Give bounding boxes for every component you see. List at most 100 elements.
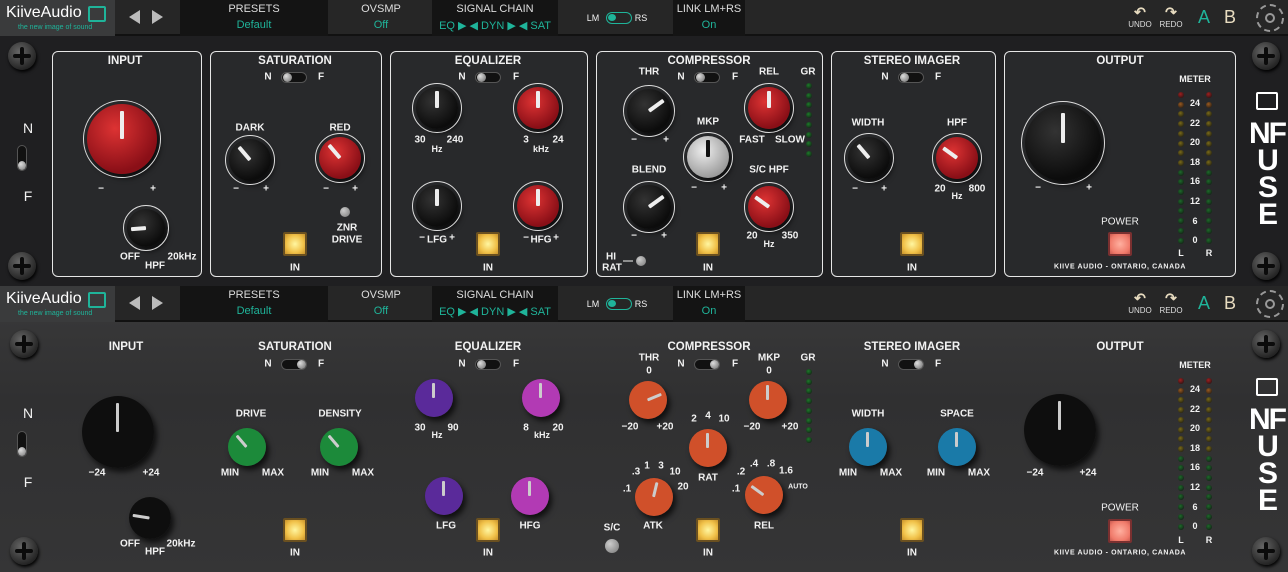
lf-freq-knob[interactable]: [412, 83, 462, 133]
preset-a-button[interactable]: A: [1198, 293, 1210, 314]
drive-knob[interactable]: [228, 428, 266, 466]
stereo-nf-toggle[interactable]: [898, 359, 924, 370]
settings-gear-icon[interactable]: [1256, 4, 1284, 32]
drive-label: DRIVE: [331, 234, 363, 246]
eq-nf-toggle[interactable]: [475, 359, 501, 370]
signal-chain-selector[interactable]: SIGNAL CHAIN EQ ▶ ◀ DYN ▶ ◀ SAT: [432, 286, 558, 322]
compressor-nf-toggle[interactable]: [694, 359, 720, 370]
width-knob[interactable]: [844, 133, 894, 183]
prev-preset-arrow-icon[interactable]: [129, 296, 140, 310]
znr-drive-switch[interactable]: [340, 207, 350, 217]
saturation-nf-toggle[interactable]: [281, 72, 307, 83]
stereo-nf-toggle[interactable]: [898, 72, 924, 83]
toggle-lever: [18, 447, 26, 456]
min-label: −24: [1026, 467, 1044, 479]
ovsmp-selector[interactable]: OVSMP Off: [353, 286, 409, 322]
lm-rs-toggle[interactable]: [606, 12, 632, 24]
hf-freq-knob[interactable]: [513, 83, 563, 133]
preset-b-button[interactable]: B: [1224, 7, 1236, 28]
compressor-in-button[interactable]: [696, 518, 720, 542]
link-lmrs-selector[interactable]: LINK LM+RS On: [673, 286, 745, 322]
nf-mode-toggle[interactable]: [17, 431, 27, 457]
red-knob[interactable]: [315, 133, 365, 183]
meter-led: [1178, 198, 1184, 205]
power-button[interactable]: [1108, 232, 1132, 256]
min-label: −24: [88, 467, 106, 479]
output-gain-knob[interactable]: [1021, 101, 1105, 185]
redo-button[interactable]: ↷ REDO: [1156, 290, 1186, 315]
release-knob[interactable]: [744, 83, 794, 133]
presets-selector[interactable]: PRESETS Default: [180, 0, 328, 36]
stereo-in-button[interactable]: [900, 232, 924, 256]
hf-freq-knob[interactable]: [522, 379, 560, 417]
output-gain-knob[interactable]: [1024, 394, 1096, 466]
power-button[interactable]: [1108, 519, 1132, 543]
width-knob[interactable]: [849, 428, 887, 466]
meter-scale-label: 20: [1189, 137, 1201, 148]
input-gain-knob[interactable]: [83, 100, 161, 178]
space-knob[interactable]: [938, 428, 976, 466]
lf-freq-knob[interactable]: [415, 379, 453, 417]
eq-in-button[interactable]: [476, 232, 500, 256]
threshold-knob[interactable]: [623, 85, 675, 137]
f-label: F: [731, 71, 739, 83]
saturation-in-button[interactable]: [283, 518, 307, 542]
nf-mode-toggle[interactable]: [17, 145, 27, 171]
prev-preset-arrow-icon[interactable]: [129, 10, 140, 24]
eq-in-button[interactable]: [476, 518, 500, 542]
makeup-knob[interactable]: [749, 381, 787, 419]
density-knob[interactable]: [320, 428, 358, 466]
redo-button[interactable]: ↷ REDO: [1156, 4, 1186, 29]
max-label: +24: [1079, 467, 1097, 479]
presets-selector[interactable]: PRESETS Default: [180, 286, 328, 322]
knob-pointer: [442, 480, 445, 496]
lfg-label: LFG: [427, 234, 447, 246]
attack-knob[interactable]: [635, 478, 673, 516]
threshold-knob[interactable]: [629, 381, 667, 419]
ratio-knob[interactable]: [689, 429, 727, 467]
toggle-ball: [477, 73, 486, 82]
eq-nf-toggle[interactable]: [475, 72, 501, 83]
saturation-in-button[interactable]: [283, 232, 307, 256]
ovsmp-selector[interactable]: OVSMP Off: [353, 0, 409, 36]
release-knob[interactable]: [745, 476, 783, 514]
meter-led: [1206, 237, 1212, 244]
lm-rs-toggle[interactable]: [606, 298, 632, 310]
input-gain-knob[interactable]: [82, 396, 154, 468]
stereo-hpf-knob[interactable]: [932, 133, 982, 183]
in-label: IN: [290, 262, 300, 274]
meter-scale-label: 16: [1189, 462, 1201, 473]
stereo-in-button[interactable]: [900, 518, 924, 542]
next-preset-arrow-icon[interactable]: [152, 10, 163, 24]
makeup-knob[interactable]: [683, 132, 733, 182]
meter-led: [1206, 416, 1212, 423]
lf-gain-knob[interactable]: [425, 477, 463, 515]
signal-chain-selector[interactable]: SIGNAL CHAIN EQ ▶ ◀ DYN ▶ ◀ SAT: [432, 0, 558, 36]
undo-button[interactable]: ↶ UNDO: [1125, 4, 1155, 29]
compressor-nf-toggle[interactable]: [694, 72, 720, 83]
meter-led: [806, 92, 812, 99]
lfg-label: LFG: [436, 520, 456, 532]
hf-gain-knob[interactable]: [511, 477, 549, 515]
saturation-nf-toggle[interactable]: [281, 359, 307, 370]
undo-button[interactable]: ↶ UNDO: [1125, 290, 1155, 315]
hi-ratio-switch[interactable]: [636, 256, 646, 266]
dark-knob[interactable]: [225, 135, 275, 185]
next-preset-arrow-icon[interactable]: [152, 296, 163, 310]
sidechain-screw-switch[interactable]: [605, 539, 619, 553]
atk-scale-label: .3: [631, 466, 641, 478]
input-hpf-knob[interactable]: [123, 205, 169, 251]
preset-b-button[interactable]: B: [1224, 293, 1236, 314]
input-hpf-knob[interactable]: [129, 497, 171, 539]
link-lmrs-selector[interactable]: LINK LM+RS On: [673, 0, 745, 36]
settings-gear-icon[interactable]: [1256, 290, 1284, 318]
hf-gain-knob[interactable]: [513, 181, 563, 231]
hf-max-label: 24: [552, 134, 564, 146]
blend-knob[interactable]: [623, 181, 675, 233]
lf-gain-knob[interactable]: [412, 181, 462, 231]
sc-hpf-knob[interactable]: [744, 182, 794, 232]
f-label: F: [934, 358, 942, 370]
meter-r-label: R: [1205, 248, 1213, 258]
preset-a-button[interactable]: A: [1198, 7, 1210, 28]
compressor-in-button[interactable]: [696, 232, 720, 256]
